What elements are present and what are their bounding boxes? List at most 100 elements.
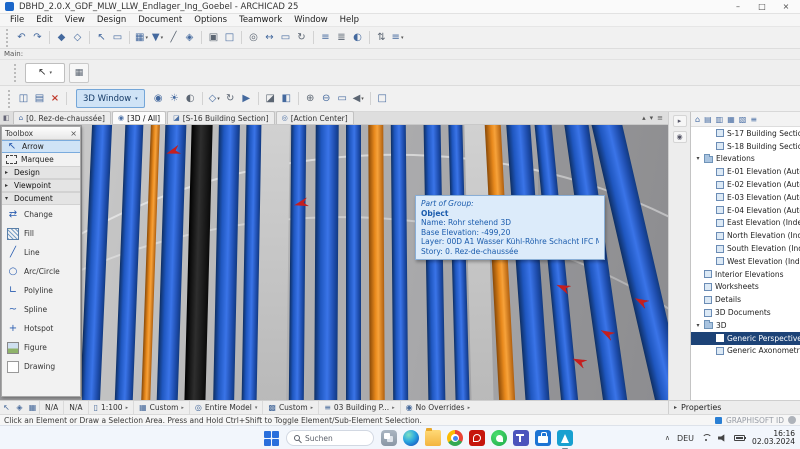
navigator-item[interactable]: Details bbox=[691, 293, 800, 306]
view-mode-dropdown[interactable]: 3D Window ▾ bbox=[76, 89, 145, 108]
suspend-groups-icon[interactable]: □ bbox=[222, 30, 237, 46]
arc-circle-tool[interactable]: ○Arc/Circle bbox=[2, 262, 80, 281]
position-readout-x[interactable]: N/A bbox=[39, 401, 63, 414]
zoom-in-icon[interactable]: ⊕ bbox=[303, 91, 318, 107]
cutaway-icon[interactable]: ◧ bbox=[279, 91, 294, 107]
camera-icon[interactable]: ◉ bbox=[151, 91, 166, 107]
navigator-item[interactable]: West Elevation (Independe... bbox=[691, 255, 800, 268]
design-group[interactable]: ▸Design bbox=[2, 166, 80, 179]
gravity-icon[interactable]: ▼▾ bbox=[150, 30, 165, 46]
navigator-item[interactable]: ▾Elevations bbox=[691, 153, 800, 166]
arrow-tool-icon[interactable]: ↖ bbox=[94, 30, 109, 46]
teamwork-send-receive-icon[interactable]: ⇅ bbox=[374, 30, 389, 46]
layout-book-icon[interactable]: ▦ bbox=[727, 115, 735, 124]
stories-icon[interactable]: ≣ bbox=[334, 30, 349, 46]
change-tool[interactable]: ⇄Change bbox=[2, 205, 80, 224]
store-icon[interactable] bbox=[535, 430, 551, 446]
document-group[interactable]: ▾Document bbox=[2, 192, 80, 205]
teams-icon[interactable] bbox=[513, 430, 529, 446]
publisher-icon[interactable]: ▧ bbox=[739, 115, 747, 124]
navigator-item[interactable]: E-04 Elevation (Auto-rebuild) bbox=[691, 204, 800, 217]
position-readout-y[interactable]: N/A bbox=[63, 401, 87, 414]
pipe-element-blue[interactable] bbox=[289, 125, 307, 400]
scale-selector[interactable]: ▯1:100▸ bbox=[88, 401, 134, 414]
polyline-tool[interactable]: ∟Polyline bbox=[2, 281, 80, 300]
navigator-item[interactable]: South Elevation (Independe... bbox=[691, 242, 800, 255]
tab-2[interactable]: ◉[3D / All] bbox=[112, 111, 166, 124]
pipe-element-black[interactable] bbox=[184, 125, 213, 400]
tab-scroll-down-icon[interactable]: ▾ bbox=[650, 114, 654, 122]
pipe-element-blue[interactable] bbox=[423, 125, 445, 400]
collapse-navigator-icon[interactable]: ▸ bbox=[673, 115, 687, 127]
navigator-item[interactable]: Worksheets bbox=[691, 281, 800, 294]
tab-3[interactable]: ◪[S-16 Building Section] bbox=[167, 111, 275, 124]
pan-icon[interactable]: ↔ bbox=[262, 30, 277, 46]
marquee-tool-icon[interactable]: ▭ bbox=[110, 30, 125, 46]
shadows-icon[interactable]: ◐ bbox=[183, 91, 198, 107]
menu-window[interactable]: Window bbox=[288, 15, 334, 25]
snap-points-icon[interactable]: ◈ bbox=[182, 30, 197, 46]
menu-edit[interactable]: Edit bbox=[30, 15, 58, 25]
toolbar-drag-handle[interactable] bbox=[8, 90, 11, 108]
selection-arrow-icon[interactable]: ↖ bbox=[0, 403, 13, 412]
close-button[interactable]: × bbox=[774, 0, 798, 13]
pipe-element-blue[interactable] bbox=[114, 125, 144, 400]
cutting-plane-icon[interactable]: ◪ bbox=[263, 91, 278, 107]
layers-icon[interactable]: ≡ bbox=[318, 30, 333, 46]
pin-panel-icon[interactable]: ◉ bbox=[673, 131, 687, 143]
viewpoint-group[interactable]: ▸Viewpoint bbox=[2, 179, 80, 192]
undo-icon[interactable]: ↶ bbox=[14, 30, 29, 46]
menu-design[interactable]: Design bbox=[91, 15, 132, 25]
tab-4[interactable]: ◎[Action Center] bbox=[276, 111, 354, 124]
orbit-icon[interactable]: ↻ bbox=[294, 30, 309, 46]
task-view-icon[interactable] bbox=[381, 430, 397, 446]
zoom-out-icon[interactable]: ⊖ bbox=[319, 91, 334, 107]
orbit-mode-icon[interactable]: ↻ bbox=[223, 91, 238, 107]
tab-scroll-up-icon[interactable]: ▴ bbox=[642, 114, 646, 122]
navigator-item[interactable]: North Elevation (Independe... bbox=[691, 229, 800, 242]
group-icon[interactable]: ▣ bbox=[206, 30, 221, 46]
file-explorer-icon[interactable] bbox=[425, 430, 441, 446]
zoom-icon[interactable]: ◎ bbox=[246, 30, 261, 46]
fit-in-window-icon[interactable]: ▭ bbox=[278, 30, 293, 46]
wifi-icon[interactable] bbox=[701, 434, 711, 442]
marquee-tool[interactable]: Marquee bbox=[2, 153, 80, 166]
navigator-item[interactable]: E-03 Elevation (Auto-rebuild) bbox=[691, 191, 800, 204]
clock-widget[interactable]: 16:16 02.03.2024 bbox=[752, 430, 795, 447]
navigator-item[interactable]: E-02 Elevation (Auto-rebuild) bbox=[691, 178, 800, 191]
spline-tool[interactable]: ~Spline bbox=[2, 300, 80, 319]
toolbox-header[interactable]: Toolbox × bbox=[2, 127, 80, 140]
coordinates-icon[interactable]: ▦ bbox=[26, 403, 39, 412]
grid-options-button[interactable]: ▦ bbox=[69, 63, 89, 83]
menu-help[interactable]: Help bbox=[334, 15, 365, 25]
graphic-override-selector[interactable]: ◉No Overrides▸ bbox=[400, 401, 475, 414]
menu-options[interactable]: Options bbox=[188, 15, 233, 25]
start-button[interactable] bbox=[264, 431, 279, 446]
guide-lines-icon[interactable]: ╱ bbox=[166, 30, 181, 46]
perspective-icon[interactable]: ◇▾ bbox=[207, 91, 222, 107]
language-indicator[interactable]: DEU bbox=[677, 434, 694, 443]
taskbar-search[interactable]: Suchen bbox=[286, 430, 374, 446]
navigator-item[interactable]: E-01 Elevation (Auto-rebuild) bbox=[691, 165, 800, 178]
navigator-item[interactable]: S-18 Building Section (Auto... bbox=[691, 140, 800, 153]
menu-teamwork[interactable]: Teamwork bbox=[233, 15, 288, 25]
line-tool[interactable]: ╱Line bbox=[2, 243, 80, 262]
navigator-options-icon[interactable]: ≡ bbox=[750, 115, 757, 124]
properties-bar[interactable]: ▸ Properties bbox=[668, 400, 800, 414]
viewport-3d[interactable]: Part of Group: Object Name: Rohr stehend… bbox=[82, 125, 668, 400]
battery-icon[interactable] bbox=[734, 435, 745, 441]
edge-icon[interactable] bbox=[403, 430, 419, 446]
navigator-item[interactable]: ▾3D bbox=[691, 319, 800, 332]
project-map-icon[interactable]: ▤ bbox=[704, 115, 712, 124]
figure-tool[interactable]: Figure bbox=[2, 338, 80, 357]
view-options-icon[interactable]: ▤ bbox=[32, 91, 47, 107]
menu-document[interactable]: Document bbox=[132, 15, 188, 25]
menu-view[interactable]: View bbox=[59, 15, 91, 25]
pick-up-parameters-icon[interactable]: ◆ bbox=[54, 30, 69, 46]
graphisoft-id-widget[interactable]: GRAPHISOFT ID bbox=[715, 416, 796, 425]
arrow-tool[interactable]: ↖Arrow bbox=[2, 140, 80, 153]
go-up-icon[interactable]: ⌂ bbox=[695, 115, 700, 124]
current-tool-selector[interactable]: ↖ ▾ bbox=[25, 63, 65, 83]
inject-parameters-icon[interactable]: ◇ bbox=[70, 30, 85, 46]
navigator-item[interactable]: S-17 Building Section (Auto... bbox=[691, 127, 800, 140]
